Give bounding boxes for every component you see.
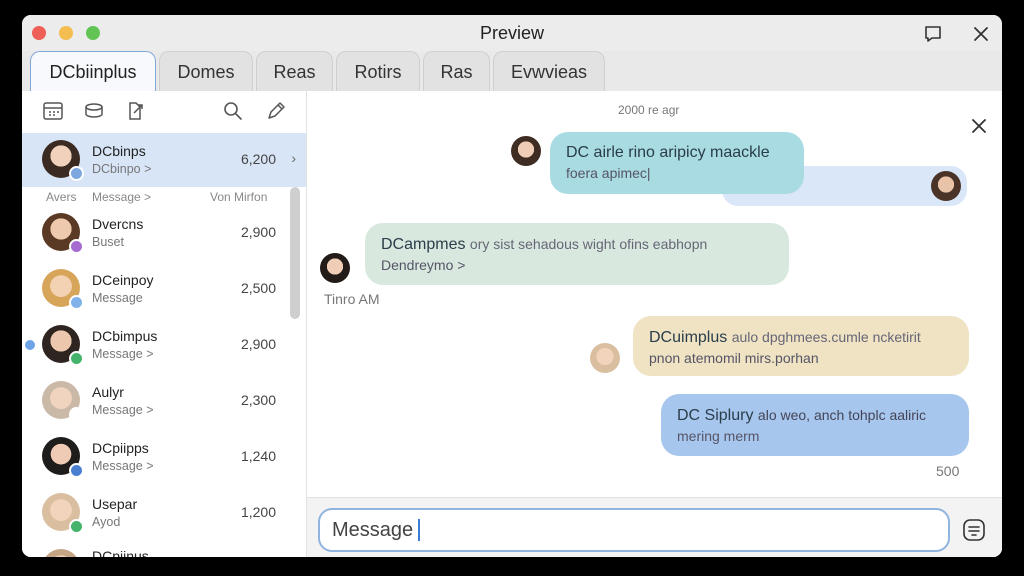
message-subtext: pnon atemomil mirs.porhan [649,350,819,366]
message-sender: DCuimplus [649,329,728,346]
close-icon[interactable] [968,115,990,137]
message-subtext: foera apimec| [566,165,651,181]
emoji-keyboard-icon[interactable] [962,518,986,542]
message-time: Tinro AM [324,291,380,307]
status-dot [69,519,84,534]
conversation-subtitle: DCbinpo > [92,162,152,176]
conversation-name: DCbinps [92,143,146,159]
list-header-right: Von Mirfon [210,190,268,204]
message-input[interactable] [318,508,950,552]
search-icon[interactable] [221,99,245,123]
message-bubble[interactable]: DC airle rino aripicy maackle foera apim… [550,132,804,194]
conversation-name: DCpiipps [92,440,149,456]
conversation-name: Usepar [92,496,138,512]
close-icon[interactable] [970,23,992,45]
avatar [590,343,620,373]
message-sender: DC Siplury [677,407,754,424]
conversation-count: 1,240 [240,448,276,464]
message-text: DC airle rino aripicy maackle [566,144,770,161]
conversation-subtitle: Ayod [92,515,121,529]
sidebar-toggle-icon[interactable] [922,23,944,45]
composer-bar [307,497,1002,557]
conversation-name: Dvercns [92,216,144,232]
text-caret [418,519,420,541]
conversation-row[interactable]: DCpiipps Message > 1,240 [22,430,306,484]
conversation-subtitle: Message [92,291,143,305]
avatar [511,136,541,166]
tab-evwvieas[interactable]: Evwvieas [493,51,605,91]
message-text: alo weo, anch tohplc aaliric [757,407,927,423]
message-bubble[interactable]: DC Siplury alo weo, anch tohplc aaliric … [661,394,969,456]
share-icon[interactable] [123,99,147,123]
tab-rotirs[interactable]: Rotirs [336,51,420,91]
status-dot [69,295,84,310]
status-dot [69,407,84,422]
status-dot [69,239,84,254]
status-dot [69,351,84,366]
window-title: Preview [479,23,545,43]
conversation-subtitle: Buset [92,235,124,249]
conversation-count: 2,500 [240,280,276,296]
conversation-subtitle: Message > [92,403,154,417]
tab-reas[interactable]: Reas [256,51,333,91]
calendar-icon[interactable] [41,99,65,123]
top-timestamp: 2000 re agr [618,103,680,117]
status-dot [69,166,84,181]
list-header: Avers Message > Von Mirfon [22,187,306,207]
sidebar-scrollbar[interactable] [290,187,300,319]
tab-ras[interactable]: Ras [423,51,490,91]
message-text: aulo dpghmees.cumle ncketirit [731,329,921,345]
conversation-name: Aulyr [92,384,124,400]
conversation-subtitle: Message > [92,347,154,361]
conversation-row[interactable]: DCeinpoy Message 2,500 [22,262,306,316]
conversation-count: 6,200 [240,151,276,167]
conversation-row[interactable]: DCpiinus [22,542,306,557]
tab-domes[interactable]: Domes [159,51,253,91]
conversation-row[interactable]: DCbimpus Message > 2,900 [22,318,306,372]
unread-indicator [25,340,35,350]
message-count: 500 [936,463,960,479]
list-header-left: Avers [46,190,77,204]
app-window: Preview DCbiinplus Domes Reas Rotirs Ras… [22,15,1002,557]
tab-bar: DCbiinplus Domes Reas Rotirs Ras Evwviea… [22,51,1002,91]
message-text: ory sist sehadous wight ofins eabhopn [469,236,708,252]
title-bar: Preview [22,15,1002,51]
conversation-row[interactable]: DCbinps DCbinpo > 6,200 › [22,133,306,187]
conversation-count: 1,200 [240,504,276,520]
conversation-count: 2,300 [240,392,276,408]
conversation-subtitle: Message > [92,459,154,473]
conversation-row[interactable]: Aulyr Message > 2,300 [22,374,306,428]
message-sender: DCampmes [381,236,466,253]
list-header-middle: Message > [92,190,152,204]
cloud-drive-icon[interactable] [82,99,106,123]
status-dot [69,463,84,478]
conversation-count: 2,900 [240,336,276,352]
conversation-row[interactable]: Usepar Ayod 1,200 [22,486,306,540]
chat-pane: 2000 re agr DC airle rino aripicy maackl… [307,91,1002,557]
message-bubble[interactable]: DCampmes ory sist sehadous wight ofins e… [365,223,789,285]
conversation-name: DCpiinus [92,548,149,557]
chevron-right-icon: › [291,150,296,166]
compose-icon[interactable] [264,99,288,123]
conversation-name: DCbimpus [92,328,158,344]
message-subtext: mering merm [677,428,760,444]
conversation-name: DCeinpoy [92,272,154,288]
avatar [931,171,961,201]
tab-dcbiinplus[interactable]: DCbiinplus [30,51,156,91]
conversation-sidebar: DCbinps DCbinpo > 6,200 › Avers Message … [22,91,307,557]
message-subtext: Dendreymo > [381,257,466,273]
conversation-row[interactable]: Dvercns Buset 2,900 [22,206,306,260]
message-bubble[interactable]: DCuimplus aulo dpghmees.cumle ncketirit … [633,316,969,376]
avatar [42,549,80,557]
avatar [320,253,350,283]
conversation-count: 2,900 [240,224,276,240]
